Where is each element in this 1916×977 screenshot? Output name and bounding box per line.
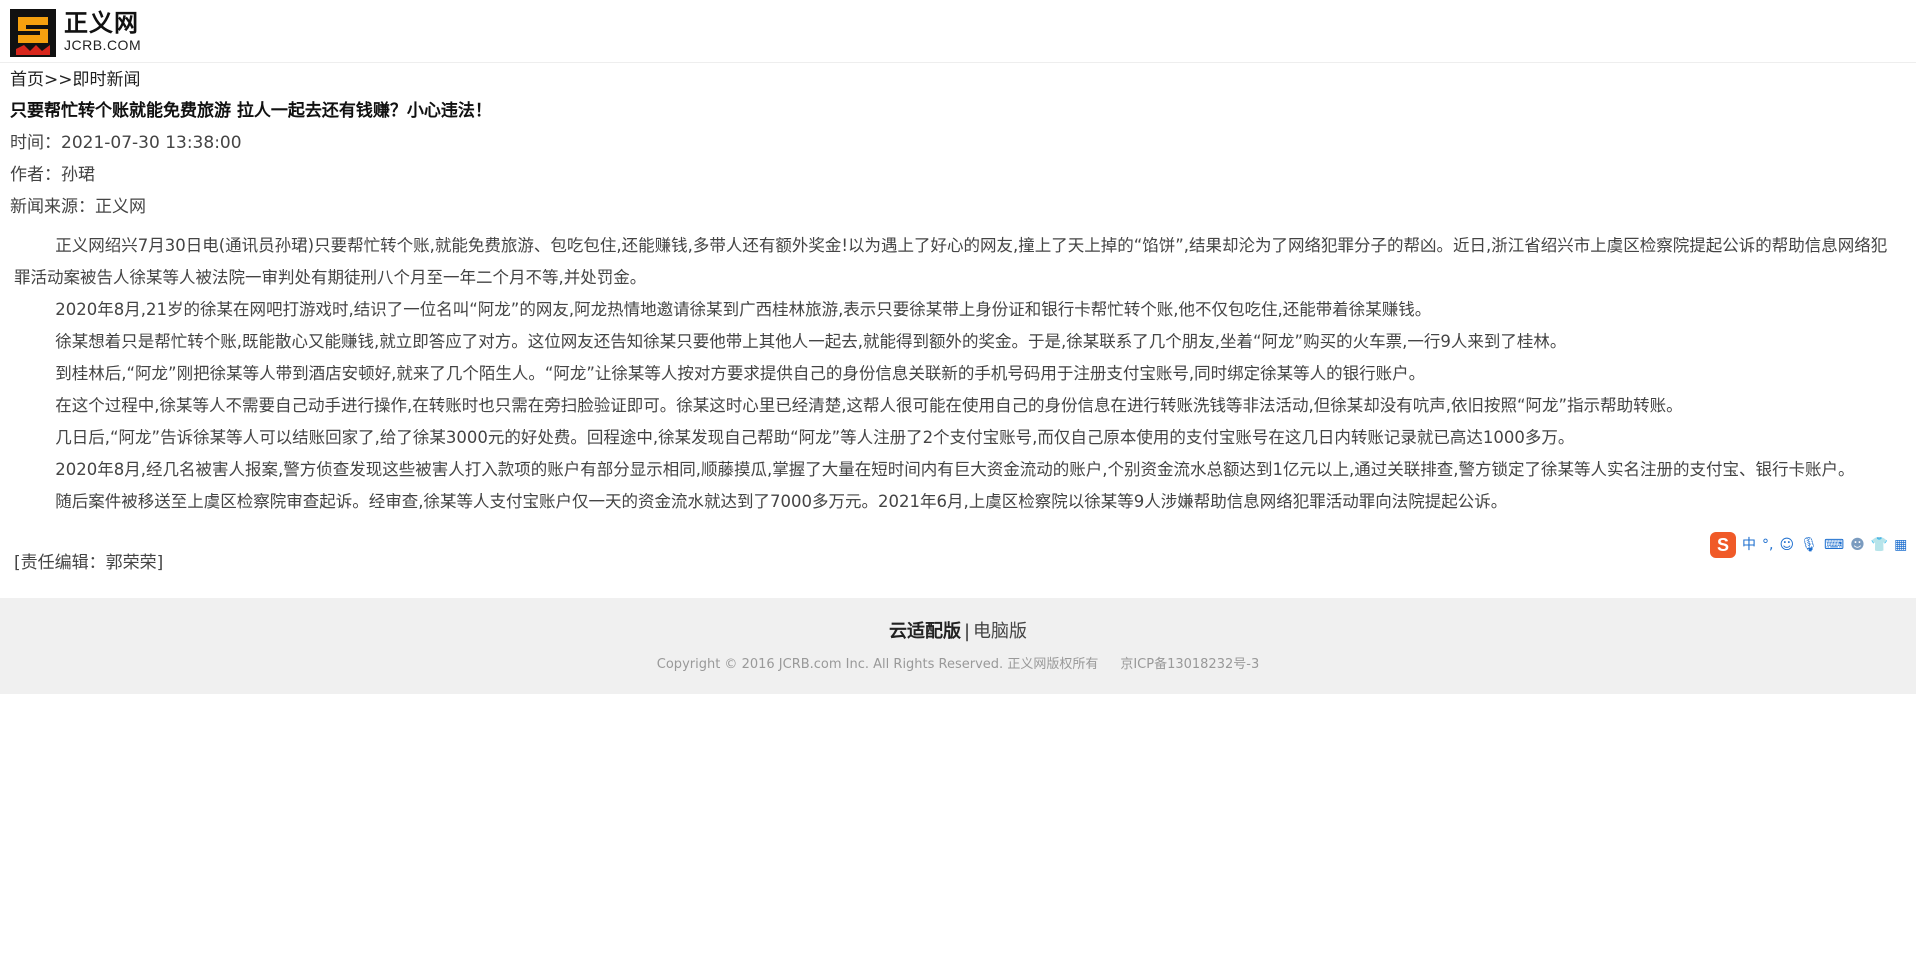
article-paragraph: 2020年8月,21岁的徐某在网吧打游戏时,结识了一位名叫“阿龙”的网友,阿龙热…: [55, 300, 1432, 319]
article-paragraph: 徐某想着只是帮忙转个账,既能散心又能赚钱,就立即答应了对方。这位网友还告知徐某只…: [55, 332, 1567, 351]
logo-mark-icon: [10, 9, 56, 57]
breadcrumb-section-link[interactable]: 即时新闻: [73, 70, 141, 90]
article-author: 作者：孙珺: [10, 165, 95, 185]
copyright-line: Copyright © 2016 JCRB.com Inc. All Right…: [0, 656, 1916, 674]
article-paragraph: 2020年8月,经几名被害人报案,警方侦查发现这些被害人打入款项的账户有部分显示…: [55, 460, 1855, 479]
sogou-logo-icon[interactable]: S: [1710, 532, 1736, 558]
user-icon[interactable]: ☻: [1850, 535, 1865, 555]
article-source: 新闻来源：正义网: [10, 197, 146, 217]
grid-icon[interactable]: ▦: [1894, 535, 1907, 555]
responsible-editor: [责任编辑：郭荣荣]: [14, 553, 164, 573]
article-paragraph: 随后案件被移送至上虞区检察院审查起诉。经审查,徐某等人支付宝账户仅一天的资金流水…: [55, 492, 1508, 511]
breadcrumb-separator: >>: [44, 70, 73, 90]
ime-punct-toggle[interactable]: °,: [1762, 535, 1773, 555]
emoji-icon[interactable]: ☺: [1779, 535, 1794, 555]
copyright-text: Copyright © 2016 JCRB.com Inc. All Right…: [656, 657, 1099, 672]
ime-toolbar[interactable]: S 中 °, ☺ 🎙 ⌨ ☻ 👕 ▦: [1710, 532, 1907, 558]
article-paragraph: 几日后,“阿龙”告诉徐某等人可以结账回家了,给了徐某3000元的好处费。回程途中…: [55, 428, 1575, 447]
footer-version-links: 云适配版 | 电脑版: [0, 620, 1916, 644]
article-paragraph: 到桂林后,“阿龙”刚把徐某等人带到酒店安顿好,就来了几个陌生人。“阿龙”让徐某等…: [55, 364, 1426, 383]
article-title: 只要帮忙转个账就能免费旅游 拉人一起去还有钱赚？小心违法！: [10, 101, 492, 121]
site-header: 正义网 JCRB.COM: [0, 0, 1916, 63]
breadcrumb-home-link[interactable]: 首页: [10, 70, 44, 90]
pc-version-link[interactable]: 电脑版: [973, 621, 1027, 642]
shirt-icon[interactable]: 👕: [1871, 535, 1888, 555]
keyboard-icon[interactable]: ⌨: [1824, 535, 1844, 555]
site-footer: 云适配版 | 电脑版 Copyright © 2016 JCRB.com Inc. …: [0, 598, 1916, 694]
ime-mode-toggle[interactable]: 中: [1742, 535, 1756, 555]
logo-title: 正义网: [64, 8, 139, 37]
microphone-icon[interactable]: 🎙: [1800, 535, 1818, 555]
cloud-version-link[interactable]: 云适配版: [889, 621, 961, 642]
article-paragraph: 正义网绍兴7月30日电(通讯员孙珺)只要帮忙转个账,就能免费旅游、包吃包住,还能…: [14, 236, 1888, 287]
article-time: 时间：2021-07-30 13:38:00: [10, 133, 242, 153]
breadcrumb: 首页>>即时新闻: [10, 69, 141, 91]
icp-license-link[interactable]: 京ICP备13018232号-3: [1120, 657, 1259, 672]
article-body: 正义网绍兴7月30日电(通讯员孙珺)只要帮忙转个账,就能免费旅游、包吃包住,还能…: [14, 230, 1898, 518]
site-logo[interactable]: 正义网 JCRB.COM: [10, 9, 141, 57]
footer-divider: |: [963, 621, 971, 642]
article-paragraph: 在这个过程中,徐某等人不需要自己动手进行操作,在转账时也只需在旁扫脸验证即可。徐…: [55, 396, 1683, 415]
logo-domain: JCRB.COM: [64, 37, 142, 53]
